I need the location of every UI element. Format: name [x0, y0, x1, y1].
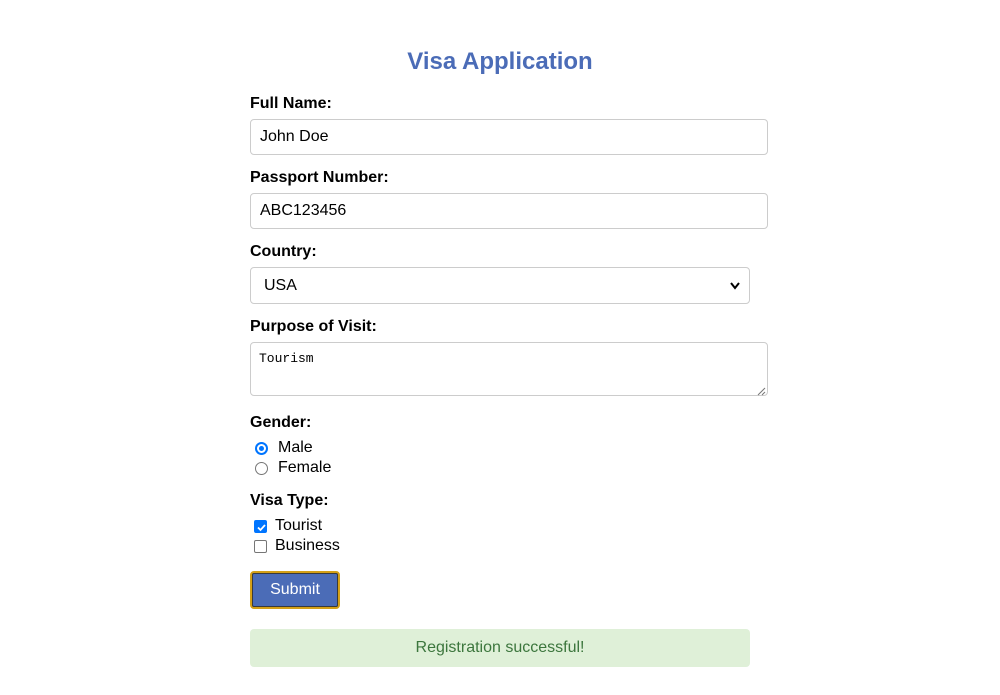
visa-business-checkbox[interactable] — [254, 539, 267, 553]
country-select-value: USA — [264, 277, 297, 294]
purpose-textarea-value: Tourism — [259, 351, 314, 366]
visa-tourist-checkbox[interactable] — [254, 519, 267, 533]
gender-female-label: Female — [278, 459, 332, 476]
gender-label: Gender: — [250, 414, 312, 431]
full-name-input[interactable] — [250, 119, 768, 155]
visa-type-label: Visa Type: — [250, 492, 329, 509]
visa-type-option-business[interactable]: Business — [253, 536, 340, 556]
visa-tourist-label: Tourist — [275, 517, 323, 534]
checkmark-icon — [257, 523, 266, 531]
purpose-label: Purpose of Visit: — [250, 318, 377, 335]
country-select[interactable]: USA — [250, 267, 750, 304]
passport-number-input[interactable] — [250, 193, 768, 229]
success-message: Registration successful! — [250, 629, 750, 667]
gender-option-male[interactable]: Male — [253, 438, 313, 458]
purpose-textarea[interactable]: Tourism — [250, 342, 768, 396]
chevron-down-icon — [729, 279, 741, 293]
country-label: Country: — [250, 243, 317, 260]
passport-number-label: Passport Number: — [250, 169, 389, 186]
visa-type-option-tourist[interactable]: Tourist — [253, 516, 322, 536]
submit-button[interactable]: Submit — [250, 571, 340, 609]
gender-male-label: Male — [278, 439, 313, 456]
visa-business-label: Business — [275, 537, 340, 554]
gender-option-female[interactable]: Female — [253, 458, 331, 478]
gender-female-radio[interactable] — [255, 461, 268, 475]
resize-grip-icon[interactable] — [757, 385, 766, 396]
full-name-label: Full Name: — [250, 95, 332, 112]
page-title: Visa Application — [407, 48, 593, 75]
gender-male-radio[interactable] — [255, 441, 268, 455]
